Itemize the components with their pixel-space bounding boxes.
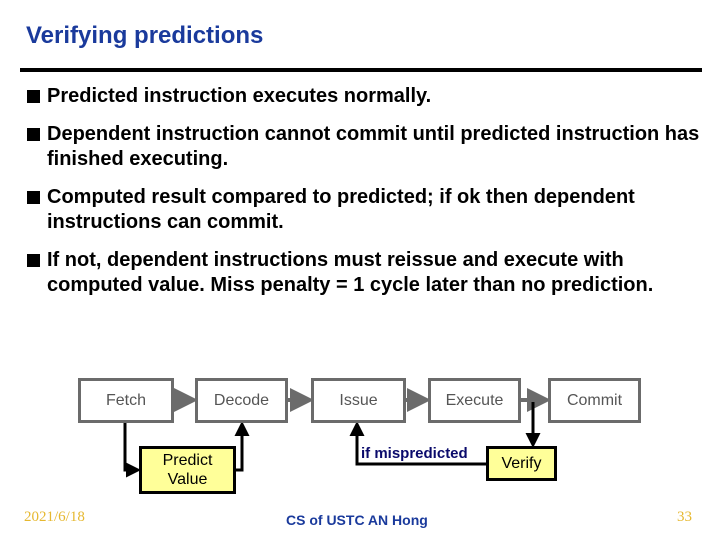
stage-label: Issue <box>339 391 378 409</box>
stage-commit: Commit <box>548 378 641 423</box>
stage-execute: Execute <box>428 378 521 423</box>
stage-label: Execute <box>445 391 504 409</box>
stage-label: Decode <box>213 391 270 409</box>
stage-decode: Decode <box>195 378 288 423</box>
stage-issue: Issue <box>311 378 406 423</box>
stage-label: Commit <box>566 391 623 409</box>
predict-line: Value <box>167 471 208 488</box>
mispredict-label: if mispredicted <box>361 445 468 462</box>
predict-line: Predict <box>162 452 213 469</box>
page-number: 33 <box>677 509 692 525</box>
wire-predict-decode <box>234 421 250 472</box>
stage-label: Fetch <box>105 391 146 409</box>
stage-fetch: Fetch <box>78 378 174 423</box>
verify-box: Verify <box>486 446 557 481</box>
diagram-wires <box>123 388 551 478</box>
footer-date: 2021/6/18 <box>24 509 85 525</box>
wire-fetch-predict <box>123 422 141 478</box>
predict-value-box: Predict Value <box>139 446 236 494</box>
verify-label: Verify <box>501 455 542 472</box>
footer-author: CS of USTC AN Hong <box>286 512 428 528</box>
